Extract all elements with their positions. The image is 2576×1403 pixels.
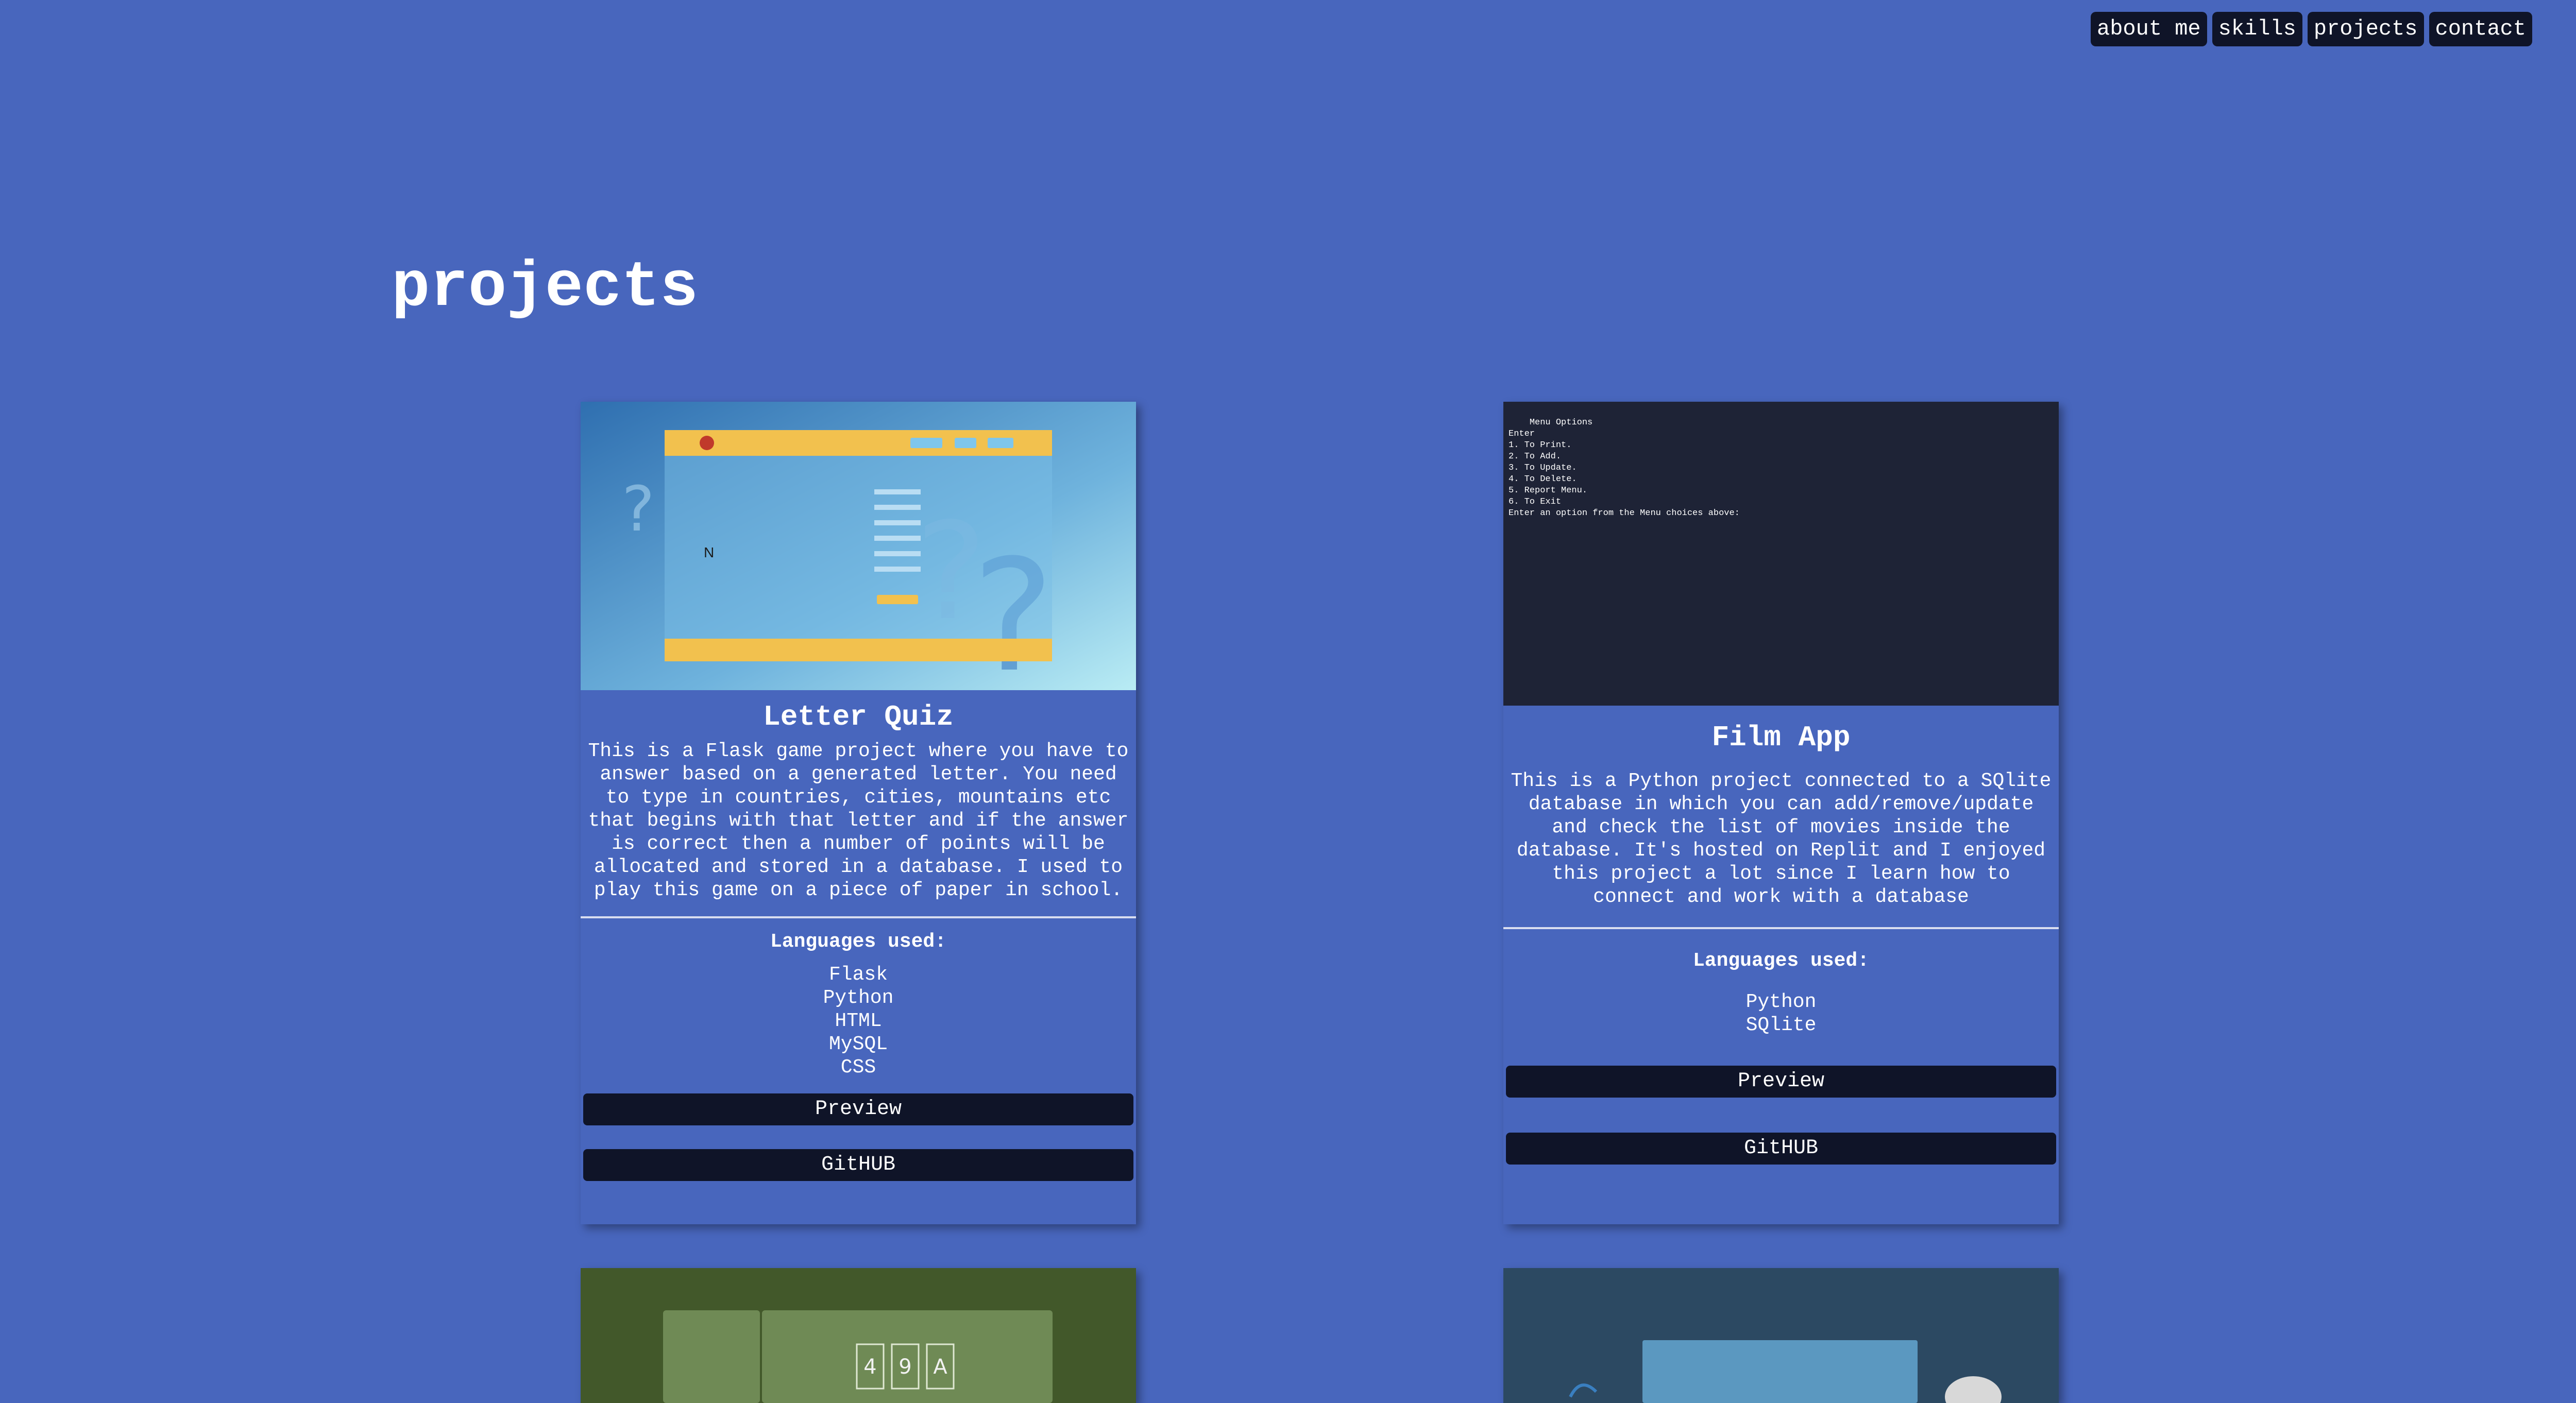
nav-contact[interactable]: contact (2429, 12, 2532, 46)
project-screenshot: 4 9 A (581, 1268, 1136, 1403)
project-card-4 (1503, 1268, 2059, 1403)
preview-button[interactable]: Preview (1506, 1066, 2056, 1098)
svg-text:?: ? (622, 474, 655, 545)
terminal-output: Menu Options Enter 1. To Print. 2. To Ad… (1509, 418, 1740, 518)
project-description: This is a Python project connected to a … (1511, 770, 2052, 908)
project-card-letter-quiz: ? ? ? N Letter Quiz This is a Flask game… (581, 402, 1136, 1224)
project-title: Letter Quiz (763, 700, 954, 733)
language-item: CSS (840, 1056, 876, 1079)
game-tile: 9 (899, 1355, 911, 1379)
languages-heading: Languages used: (1692, 950, 1870, 972)
language-item: HTML (835, 1010, 882, 1032)
preview-button[interactable]: Preview (583, 1093, 1133, 1125)
language-item: SQlite (1745, 1014, 1817, 1036)
languages-heading: Languages used: (770, 931, 947, 953)
nav-skills[interactable]: skills (2212, 12, 2302, 46)
project-card-3: 4 9 A (581, 1268, 1136, 1403)
nav-about-me[interactable]: about me (2091, 12, 2207, 46)
language-item: Flask (828, 964, 888, 986)
quiz-letter: N (704, 544, 714, 560)
github-button[interactable]: GitHUB (583, 1149, 1133, 1181)
project-screenshot (1503, 1268, 2059, 1403)
project-title: Film App (1711, 721, 1851, 754)
project-screenshot: ? ? ? N (581, 402, 1136, 690)
language-item: Python (823, 987, 894, 1009)
github-button[interactable]: GitHUB (1506, 1133, 2056, 1165)
languages-list: Python SQlite (1503, 990, 2059, 1037)
nav-projects[interactable]: projects (2307, 12, 2424, 46)
top-nav: about me skills projects contact (2091, 12, 2532, 46)
letter-quiz-screenshot-image: ? ? ? N (581, 402, 1136, 690)
project-description: This is a Flask game project where you h… (588, 740, 1129, 901)
project-screenshot: Menu Options Enter 1. To Print. 2. To Ad… (1503, 402, 2059, 706)
language-item: Python (1745, 991, 1817, 1013)
game-tile: 4 (863, 1355, 876, 1379)
languages-list: Flask Python HTML MySQL CSS (581, 963, 1136, 1079)
language-item: MySQL (828, 1033, 888, 1055)
game-tile: A (933, 1355, 947, 1379)
project-card-film-app: Menu Options Enter 1. To Print. 2. To Ad… (1503, 402, 2059, 1224)
page-title: projects (392, 252, 699, 324)
